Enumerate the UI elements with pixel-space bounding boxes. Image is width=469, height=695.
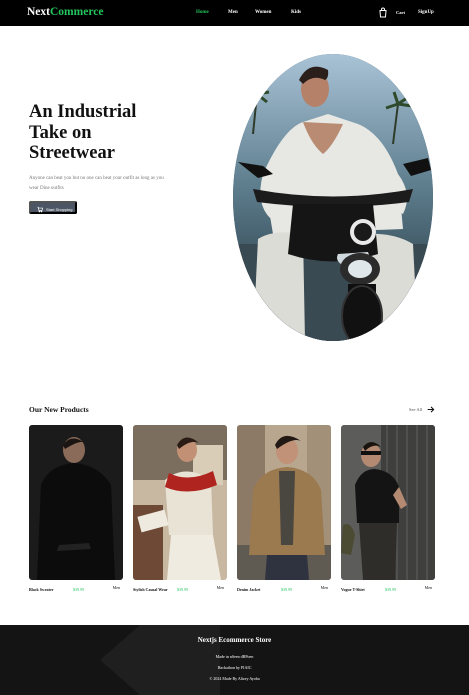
footer-copyright: © 2024 Made By Alizey Ayoba	[209, 676, 260, 681]
product-card[interactable]: Stylish Casual Wear $39.99 Men	[133, 425, 227, 592]
hero-description: Anyone can beat you but no one can beat …	[29, 176, 164, 191]
product-price: $39.99	[177, 587, 188, 592]
start-shopping-label: Start Shopping	[46, 207, 73, 212]
footer-title: Nextjs Ecommerce Store	[197, 636, 272, 644]
start-shopping-button[interactable]: Start Shopping	[29, 201, 77, 214]
footer-line-1: Made in nSeen dBPoen	[215, 654, 254, 659]
product-name[interactable]: Denim Jacket	[237, 587, 260, 592]
see-all-link[interactable]: See All	[409, 407, 422, 412]
logo[interactable]: NextCommerce	[27, 6, 103, 18]
cart-icon	[37, 206, 44, 213]
top-navbar: NextCommerce Home Men Women Kids Cart Si…	[0, 0, 469, 26]
product-category: Men	[320, 585, 328, 590]
product-image[interactable]	[133, 425, 227, 580]
product-category: Men	[216, 585, 224, 590]
logo-accent: Commerce	[50, 6, 104, 18]
product-card[interactable]: Denim Jacket $39.99 Men	[237, 425, 331, 592]
arrow-right-icon[interactable]	[427, 406, 435, 413]
cart-label[interactable]: Cart	[396, 10, 405, 15]
product-image[interactable]	[237, 425, 331, 580]
signup-link[interactable]: SignUp	[418, 10, 434, 15]
product-category: Men	[424, 585, 432, 590]
footer-line-2: Hackathon by PIAIC	[217, 665, 252, 670]
product-name[interactable]: Black Sweater	[29, 587, 54, 592]
product-image[interactable]	[341, 425, 435, 580]
cart-icon[interactable]	[377, 7, 389, 19]
hero-title: An Industrial Take on Streetwear	[29, 102, 137, 163]
product-price: $39.99	[385, 587, 396, 592]
product-price: $39.99	[281, 587, 292, 592]
product-name[interactable]: Stylish Casual Wear	[133, 587, 168, 592]
product-image[interactable]	[29, 425, 123, 580]
nav-link-kids[interactable]: Kids	[291, 10, 301, 15]
footer: Nextjs Ecommerce Store Made in nSeen dBP…	[0, 625, 469, 695]
nav-link-home[interactable]: Home	[196, 10, 209, 15]
hero-image	[233, 54, 433, 341]
product-price: $39.99	[73, 587, 84, 592]
section-title: Our New Products	[29, 405, 89, 414]
product-card[interactable]: Vogue T-Shirt $39.99 Men	[341, 425, 435, 592]
product-name[interactable]: Vogue T-Shirt	[341, 587, 365, 592]
product-category: Men	[112, 585, 120, 590]
product-card[interactable]: Black Sweater $39.99 Men	[29, 425, 123, 592]
logo-primary: Next	[27, 6, 50, 18]
nav-link-women[interactable]: Women	[255, 10, 271, 15]
nav-link-men[interactable]: Men	[228, 10, 238, 15]
